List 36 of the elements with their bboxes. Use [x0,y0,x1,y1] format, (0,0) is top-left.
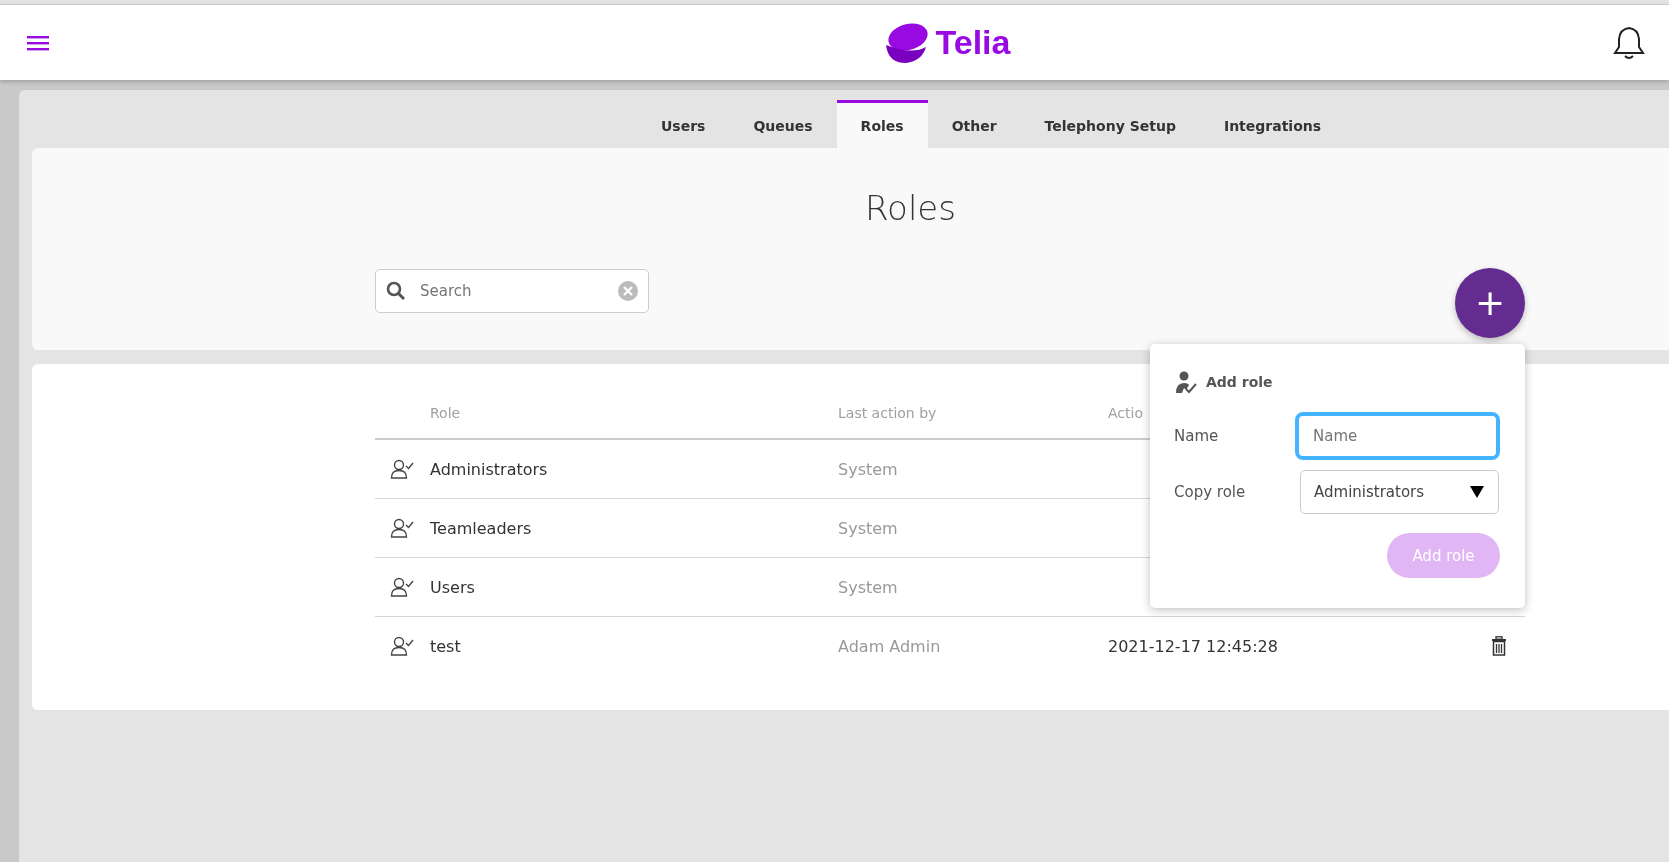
tab[interactable]: Roles [836,100,928,148]
tab[interactable]: Telephony Setup [1020,100,1200,148]
table-cell-text: System [838,459,899,479]
trash-icon[interactable] [1491,636,1507,656]
table-cell-text: System [838,518,899,538]
user-check-icon [1174,370,1198,394]
table-cell: 2021-12-17 12:45:28 [1108,636,1278,656]
copy-role-label: Copy role [1174,483,1247,501]
menu-icon[interactable] [27,34,49,51]
table-cell-text: test [430,636,462,656]
user-check-icon [390,577,414,597]
name-label: Name [1174,427,1220,445]
table-cell-text: Administrators [430,459,549,479]
column-header: Actio [1108,405,1144,421]
name-input[interactable]: Name [1295,412,1500,460]
user-check-icon [390,459,414,479]
column-header: Role [430,405,462,421]
column-header: Last action by [838,405,938,421]
popup-title: Add role [1206,374,1273,390]
copy-role-dropdown[interactable]: Administrators [1300,470,1499,514]
table-cell-text: System [838,577,899,597]
table-cell-text: Adam Admin [838,636,942,656]
tab[interactable]: Integrations [1199,100,1346,148]
search-icon [386,281,406,301]
dropdown-caret-icon [1470,486,1484,498]
search-field[interactable]: Search [375,269,649,313]
table-cell-text: Teamleaders [430,518,533,538]
logo-text: Telia [935,23,1011,62]
notification-bell-icon[interactable] [1613,24,1645,61]
tab[interactable]: Other [927,100,1021,148]
user-check-icon [390,518,414,538]
page-title: Roles [864,188,957,228]
tab[interactable]: Queues [729,100,837,148]
user-check-icon [390,636,414,656]
tab[interactable]: Users [637,100,730,148]
table-cell-text: Users [430,577,476,597]
